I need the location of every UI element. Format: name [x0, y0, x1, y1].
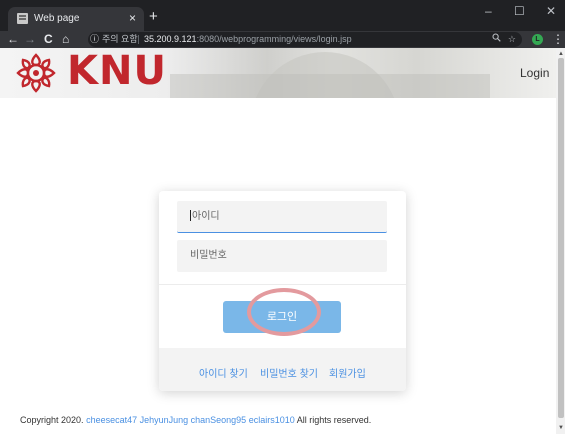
profile-avatar[interactable]: L	[532, 34, 543, 45]
scroll-up-arrow-icon[interactable]: ▲	[558, 51, 564, 57]
tab-close-icon[interactable]: ×	[129, 11, 136, 25]
info-icon[interactable]: ⓘ	[90, 32, 99, 47]
url-path: :8080/webprogramming/views/login.jsp	[196, 34, 352, 44]
text-caret	[190, 210, 191, 221]
id-placeholder: 아이디	[192, 211, 220, 222]
security-warning[interactable]: 주의 요함	[102, 32, 138, 47]
browser-tab-bar: Web page × + – ☐ ✕	[0, 0, 565, 31]
browser-menu-icon[interactable]: ⋮	[552, 32, 564, 46]
maximize-button[interactable]: ☐	[514, 4, 525, 18]
knu-emblem-icon	[16, 53, 56, 93]
browser-tab[interactable]: Web page ×	[8, 7, 144, 31]
login-card-footer: 아이디 찾기 비밀번호 찾기 회원가입	[159, 348, 406, 391]
scrollbar-thumb[interactable]	[558, 58, 564, 418]
find-password-link[interactable]: 비밀번호 찾기	[260, 365, 318, 380]
site-header: KNU Login	[0, 48, 556, 98]
id-input[interactable]: 아이디	[177, 201, 387, 233]
password-placeholder: 비밀번호	[190, 250, 227, 261]
new-tab-button[interactable]: +	[149, 8, 158, 25]
copyright-suffix: All rights reserved.	[296, 415, 372, 425]
author-links[interactable]: cheesecat47 JehyunJung chanSeong95 eclai…	[86, 415, 295, 425]
url-host: 35.200.9.121	[144, 34, 197, 44]
window-close-button[interactable]: ✕	[546, 4, 556, 18]
copyright-footer: Copyright 2020. cheesecat47 JehyunJung c…	[20, 415, 371, 425]
back-button[interactable]: ←	[7, 32, 19, 47]
search-icon-glyph	[492, 33, 501, 42]
browser-toolbar: ← → C ⌂ ⓘ 주의 요함 35.200.9.121:8080/webpro…	[0, 31, 565, 48]
signup-link[interactable]: 회원가입	[329, 365, 366, 380]
scroll-down-arrow-icon[interactable]: ▼	[558, 425, 564, 431]
find-id-link[interactable]: 아이디 찾기	[199, 365, 248, 380]
logo-text: KNU	[67, 48, 167, 94]
reload-button[interactable]: C	[44, 32, 53, 47]
password-input[interactable]: 비밀번호	[177, 240, 387, 272]
header-building-image	[170, 74, 490, 98]
login-nav-link[interactable]: Login	[520, 66, 549, 80]
bookmark-star-icon[interactable]: ☆	[508, 32, 516, 47]
url-text[interactable]: 35.200.9.121:8080/webprogramming/views/l…	[144, 32, 352, 47]
login-card: 아이디 비밀번호 로그인 아이디 찾기 비밀번호 찾기 회원가입	[159, 191, 406, 391]
search-icon[interactable]	[492, 32, 501, 47]
login-button[interactable]: 로그인	[223, 301, 341, 333]
copyright-prefix: Copyright 2020.	[20, 415, 84, 425]
home-button[interactable]: ⌂	[62, 32, 69, 47]
forward-button[interactable]: →	[24, 32, 36, 47]
page-favicon-icon	[17, 13, 28, 24]
minimize-button[interactable]: –	[485, 4, 492, 18]
knu-logo[interactable]: KNU	[14, 48, 166, 98]
tab-title: Web page	[34, 13, 80, 24]
form-divider	[159, 284, 406, 285]
address-divider	[138, 35, 139, 44]
address-bar[interactable]: ⓘ 주의 요함 35.200.9.121:8080/webprogramming…	[88, 32, 522, 47]
